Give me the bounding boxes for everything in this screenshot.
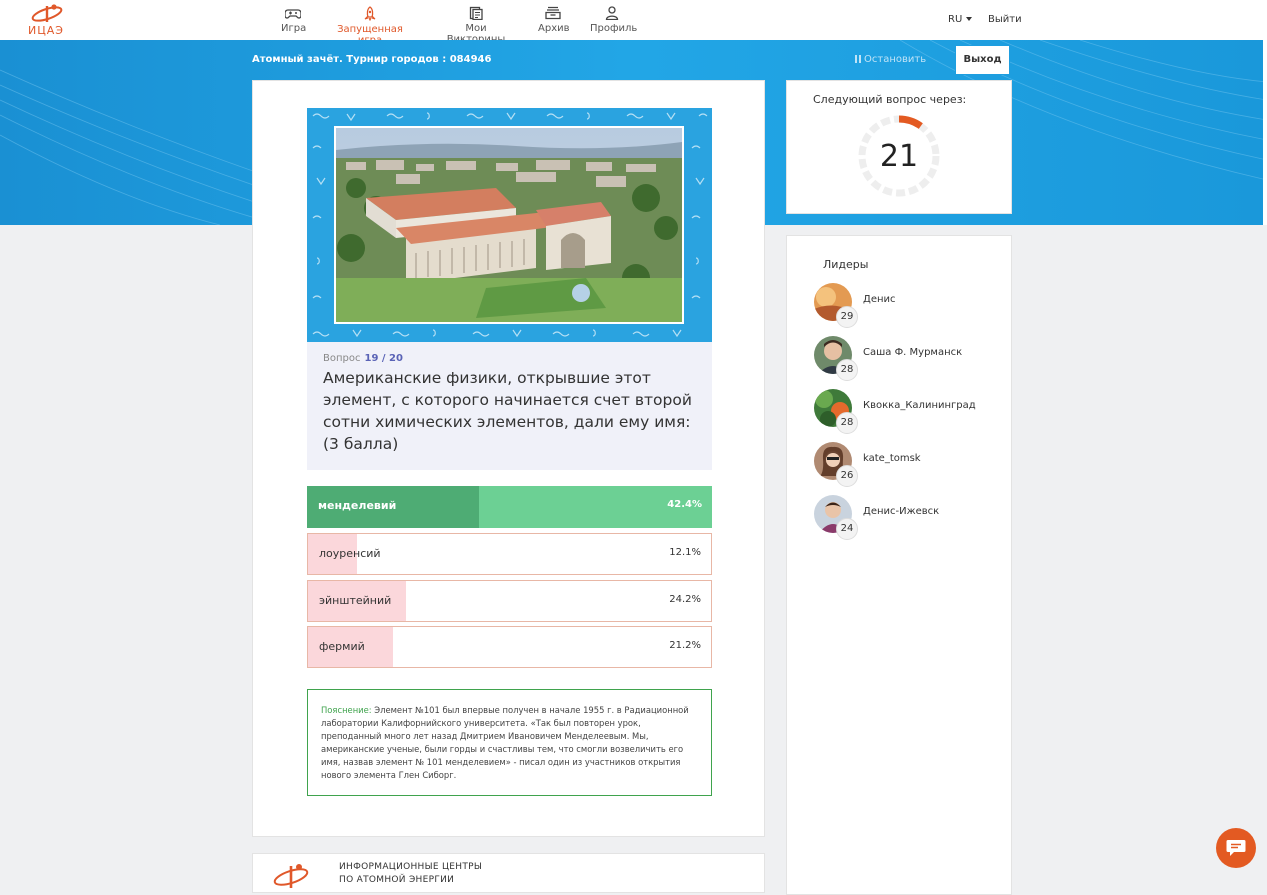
nav-item-label: Профиль [590,23,638,34]
explanation-text: Пояснение: Элемент №101 был впервые полу… [321,704,701,782]
leader-item[interactable]: 28 Саша Ф. Мурманск [814,336,1004,382]
nav-item-profile[interactable]: Профиль [590,6,638,34]
explanation-body: Элемент №101 был впервые получен в начал… [321,705,689,780]
leaders-title: Лидеры [823,258,869,271]
question-box: Вопрос 19 / 20 Американские физики, откры… [307,342,712,470]
explanation-box: Пояснение: Элемент №101 был впервые полу… [307,689,712,796]
footer-line-1: ИНФОРМАЦИОННЫЕ ЦЕНТРЫ [339,862,483,872]
question-card: Вопрос 19 / 20 Американские физики, откры… [252,80,765,837]
answer-percent: 24.2% [669,594,701,605]
campus-photo [336,128,682,322]
leaders-panel: Лидеры 29 Денис 28 Саша Ф. Мурманск 28 К… [786,235,1012,895]
nav-item-archive[interactable]: Архив [538,6,570,34]
logo[interactable]: ИЦАЭ [26,2,66,38]
answer-option[interactable]: лоуренсий 12.1% [307,533,712,575]
stop-button[interactable]: Остановить [855,54,926,65]
question-counter: Вопрос 19 / 20 [323,353,403,364]
nav-item-game[interactable]: Игра [281,6,307,34]
leader-item[interactable]: 28 Квокка_Калининград [814,389,1004,435]
leader-name: Саша Ф. Мурманск [863,347,963,358]
quizzes-icon [469,6,483,20]
next-question-timer: Следующий вопрос через: 21 [786,80,1012,214]
leader-score: 26 [836,465,858,487]
top-navbar: ИЦАЭ Игра Запущенная игра Мои Викторины … [0,0,1267,46]
footer-text: ИНФОРМАЦИОННЫЕ ЦЕНТРЫ ПО АТОМНОЙ ЭНЕРГИИ [339,861,482,887]
answer-percent: 21.2% [669,640,701,651]
leader-item[interactable]: 29 Денис [814,283,1004,329]
answer-option[interactable]: эйнштейний 24.2% [307,580,712,622]
question-photo [334,126,684,324]
timer-seconds: 21 [879,139,919,174]
language-label: RU [948,14,963,25]
leader-score: 24 [836,518,858,540]
language-dropdown[interactable]: RU [948,14,973,25]
question-text: Американские физики, открывшие этот элем… [323,369,692,453]
answer-percent: 42.4% [667,499,702,510]
scrollbar[interactable] [1263,40,1267,225]
answer-percent: 12.1% [669,547,701,558]
leader-item[interactable]: 26 kate_tomsk [814,442,1004,488]
logo-mark-icon [31,4,63,22]
footer: ИНФОРМАЦИОННЫЕ ЦЕНТРЫ ПО АТОМНОЙ ЭНЕРГИИ [252,853,765,893]
question-counter-value: 19 / 20 [364,353,403,364]
nav-item-label: Игра [281,23,307,34]
leader-name: kate_tomsk [863,453,921,464]
answer-option[interactable]: менделевий 42.4% [307,486,712,528]
answer-label: менделевий [318,499,397,512]
chevron-down-icon [966,17,973,21]
gamepad-icon [285,9,301,19]
logout-link[interactable]: Выйти [988,14,1022,25]
leader-item[interactable]: 24 Денис-Ижевск [814,495,1004,541]
leader-name: Денис [863,294,896,305]
timer-title: Следующий вопрос через: [813,93,967,106]
leader-score: 29 [836,306,858,328]
answer-option[interactable]: фермий 21.2% [307,626,712,668]
leader-name: Квокка_Калининград [863,400,976,411]
rocket-icon [364,6,376,21]
footer-line-2: ПО АТОМНОЙ ЭНЕРГИИ [339,875,455,885]
chat-button[interactable] [1216,828,1256,868]
question-image-frame [307,108,712,342]
logo-text: ИЦАЭ [28,24,64,37]
question-counter-label: Вопрос [323,353,361,364]
answer-label: лоуренсий [319,547,381,560]
leader-name: Денис-Ижевск [863,506,940,517]
answer-label: фермий [319,640,365,653]
stop-label: Остановить [864,54,927,65]
pause-icon [855,55,861,63]
footer-logo-icon [273,864,309,888]
nav-item-label: Архив [538,23,570,34]
exit-button[interactable]: Выход [955,45,1010,75]
answer-label: эйнштейний [319,594,392,607]
game-title: Атомный зачёт. Турнир городов : 084946 [252,54,492,65]
leader-score: 28 [836,359,858,381]
user-icon [605,6,619,20]
explanation-label: Пояснение: [321,705,372,715]
leader-score: 28 [836,412,858,434]
archive-icon [545,6,561,20]
chat-icon [1226,840,1246,856]
